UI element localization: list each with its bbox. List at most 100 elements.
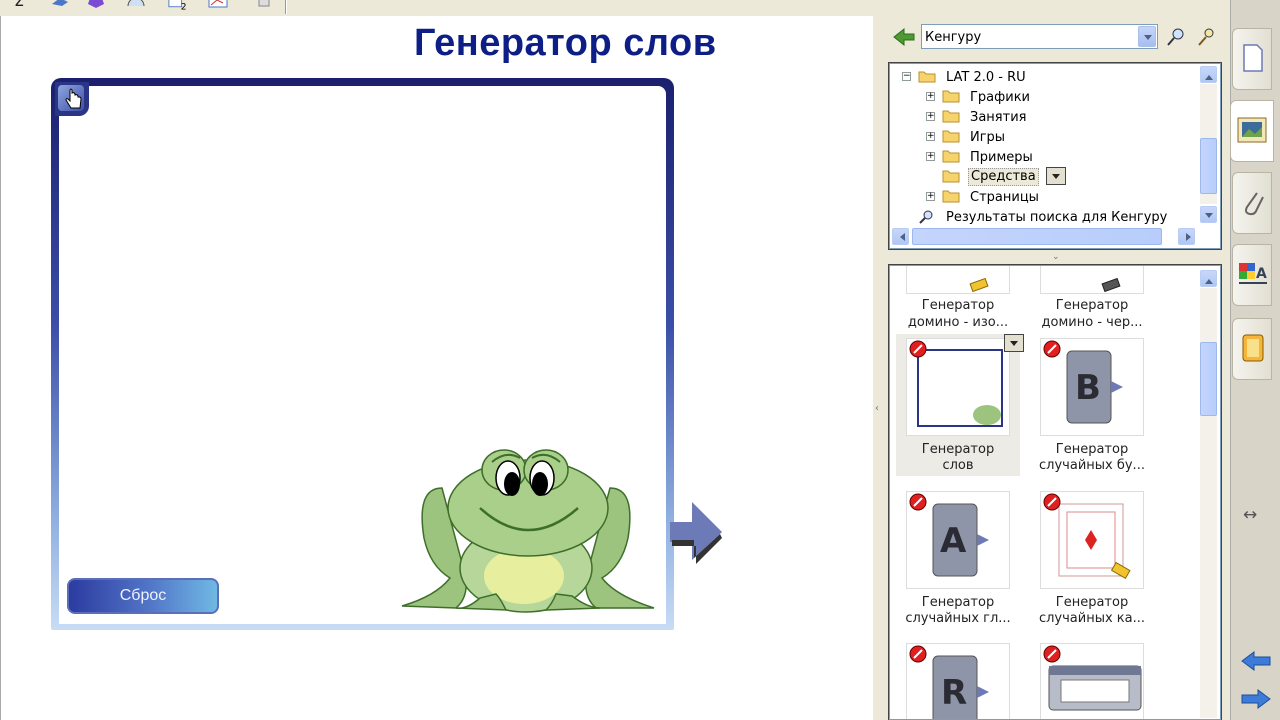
tree-scroll-up[interactable]: [1200, 66, 1217, 83]
gallery-tree[interactable]: − LAT 2.0 - RU + Графики + Занятия + Игр…: [888, 62, 1222, 250]
gallery-thumbnail: [906, 338, 1010, 436]
search-dropdown-button[interactable]: [1138, 26, 1156, 47]
search-combobox[interactable]: Кенгуру: [921, 24, 1158, 49]
gallery-thumbnail: B: [1040, 338, 1144, 436]
tree-scroll-down[interactable]: [1200, 206, 1217, 223]
panel-splitter[interactable]: [873, 16, 885, 720]
no-flash-icon: [909, 645, 927, 663]
gallery-thumbnail: [906, 266, 1010, 294]
paperclip-icon: [1245, 192, 1264, 216]
expand-toggle[interactable]: +: [926, 92, 935, 101]
search-icon[interactable]: [1165, 26, 1187, 48]
page-title: Генератор слов: [414, 22, 717, 64]
tab-page-sorter[interactable]: [1232, 28, 1272, 90]
svg-text:B: B: [1075, 368, 1101, 408]
svg-text:A: A: [1256, 266, 1267, 282]
tree-scroll-left[interactable]: [892, 228, 909, 245]
gallery-item[interactable]: Генератор домино - чер...: [1030, 266, 1154, 336]
svg-text:R: R: [941, 673, 967, 713]
expand-toggle[interactable]: +: [926, 132, 935, 141]
gallery-item-menu-button[interactable]: [1004, 334, 1024, 352]
gallery-caption-line1: Генератор: [921, 442, 995, 457]
tab-properties[interactable]: A: [1232, 244, 1272, 306]
word-generator-widget[interactable]: Сброс: [51, 78, 674, 630]
tab-attachments[interactable]: [1232, 172, 1272, 234]
toolbar-separator: [285, 0, 287, 14]
random-card-thumb: [1058, 503, 1131, 580]
gallery-item[interactable]: Генератор случайных ка...: [1030, 491, 1154, 631]
resize-horizontal-icon[interactable]: ↔: [1243, 505, 1257, 525]
protractor-icon[interactable]: [126, 0, 146, 12]
table-icon[interactable]: 2: [168, 0, 188, 12]
previous-page-icon[interactable]: [1240, 650, 1272, 672]
page-icon[interactable]: [254, 0, 274, 12]
tab-addons[interactable]: [1232, 318, 1272, 380]
collapse-toggle[interactable]: −: [902, 72, 911, 81]
next-page-arrow-icon[interactable]: [664, 498, 728, 564]
back-arrow-icon[interactable]: [892, 27, 916, 47]
tree-item-menu-button[interactable]: [1046, 167, 1066, 185]
search-results-icon: [919, 210, 933, 224]
no-flash-icon: [909, 340, 927, 358]
gallery-thumbnail: [1040, 266, 1144, 294]
gallery-caption-line1: Генератор: [1055, 442, 1129, 457]
tree-scroll-right[interactable]: [1178, 228, 1195, 245]
word-generator-thumb: [917, 349, 1003, 427]
fill-icon[interactable]: [86, 0, 106, 12]
no-flash-icon: [1043, 340, 1061, 358]
gallery-caption-line2: слов: [942, 458, 974, 473]
expand-toggle[interactable]: +: [926, 112, 935, 121]
widget-edit-button[interactable]: [55, 82, 89, 116]
gallery-caption-line2: домино - изо...: [907, 315, 1009, 330]
chart-icon[interactable]: [208, 0, 228, 12]
expand-toggle[interactable]: +: [926, 192, 935, 201]
advanced-search-icon[interactable]: [1196, 26, 1218, 48]
gallery-caption-line2: домино - чер...: [1041, 315, 1143, 330]
gallery-thumbnail: [1040, 643, 1144, 719]
gallery-item[interactable]: [1030, 643, 1154, 719]
tree-scroll-thumb[interactable]: [1200, 138, 1217, 194]
gallery-icon: [1237, 117, 1267, 143]
domino-icon: [1101, 277, 1121, 293]
reset-button[interactable]: Сброс: [67, 578, 219, 614]
gallery-item[interactable]: B Генератор случайных бу...: [1030, 338, 1154, 478]
letter-b-card: B: [1066, 350, 1123, 424]
expand-toggle[interactable]: +: [926, 152, 935, 161]
gallery-thumbnail: A: [906, 491, 1010, 589]
folder-icon: [942, 170, 960, 183]
svg-text:A: A: [940, 521, 967, 561]
gallery-thumbnails[interactable]: Генератор домино - изо... Генератор доми…: [888, 264, 1222, 720]
tree-item-label: Занятия: [970, 110, 1027, 125]
gallery-item[interactable]: A Генератор случайных гл...: [896, 491, 1020, 631]
domino-icon: [969, 277, 989, 293]
gallery-item-word-generator[interactable]: Генератор слов: [896, 334, 1024, 478]
gallery-scroll-up[interactable]: [1200, 270, 1217, 287]
folder-open-icon: [918, 71, 936, 83]
tab-gallery[interactable]: [1230, 100, 1274, 162]
next-page-icon[interactable]: [1240, 688, 1272, 710]
gallery-item[interactable]: R: [896, 643, 1020, 719]
folder-icon: [942, 90, 960, 103]
search-input[interactable]: Кенгуру: [925, 30, 981, 45]
tree-item-label: Графики: [970, 90, 1031, 105]
folder-icon: [942, 190, 960, 203]
shapes-icon[interactable]: [50, 0, 70, 12]
tree-item-label: Результаты поиска для Кенгуру: [946, 210, 1168, 225]
tree-hscroll-thumb[interactable]: [912, 228, 1162, 245]
gallery-thumbnail: R: [906, 643, 1010, 719]
main-toolbar: Σ 2: [0, 0, 290, 16]
tree-item-label: Игры: [970, 130, 1006, 145]
sigma-icon[interactable]: Σ: [12, 0, 32, 12]
gallery-scroll-thumb[interactable]: [1200, 342, 1217, 416]
tree-item-tools[interactable]: Средства: [926, 166, 1066, 186]
gallery-caption-line2: случайных ка...: [1038, 611, 1146, 626]
gallery-thumbnail: [1040, 491, 1144, 589]
svg-text:2: 2: [181, 2, 187, 12]
gallery-item[interactable]: Генератор домино - изо...: [896, 266, 1020, 336]
splitter-collapse-icon[interactable]: ‹: [875, 403, 879, 414]
gallery-caption-line2: случайных гл...: [905, 611, 1011, 626]
splitter-grip-icon[interactable]: ⌄: [1052, 252, 1060, 262]
gallery-caption-line1: Генератор: [1055, 298, 1129, 313]
letter-r-card: R: [932, 655, 989, 719]
tree-root-label: LAT 2.0 - RU: [946, 70, 1026, 85]
